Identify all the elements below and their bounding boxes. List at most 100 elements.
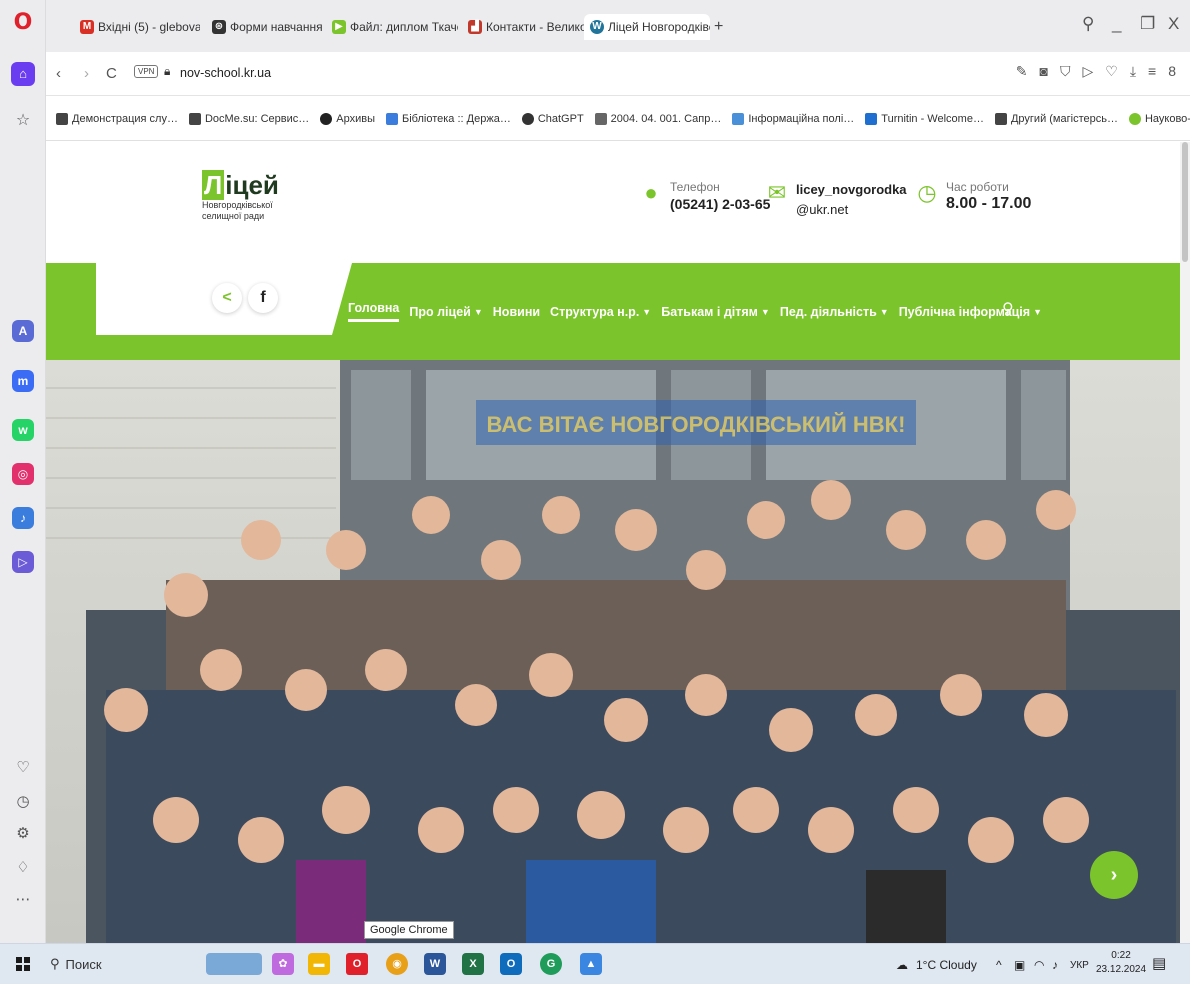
archive-icon	[320, 112, 333, 125]
logo-mark-icon: Л	[202, 170, 225, 200]
photos-icon[interactable]: ▲	[580, 953, 602, 975]
maximize-icon[interactable]: ❐	[1140, 14, 1155, 34]
menu-item-pedagogy[interactable]: Пед. діяльність ▼	[780, 301, 889, 322]
group-photo-image: ВАС ВІТАЄ НОВГОРОДКІВСЬКИЙ НВК!	[46, 360, 1180, 943]
bookmark-item[interactable]: Науково-педагогіч…	[1128, 112, 1190, 125]
back-icon[interactable]: ‹	[56, 65, 61, 82]
player-icon[interactable]: ♪	[12, 507, 34, 529]
instagram-icon[interactable]: ◎	[12, 463, 34, 485]
forward-icon[interactable]: ›	[84, 65, 89, 82]
turnitin-icon	[865, 112, 878, 125]
download-icon[interactable]: ⤓	[1130, 63, 1136, 80]
bookmark-item[interactable]: DocMe.su: Сервис…	[188, 112, 309, 125]
file-explorer-icon[interactable]: ▬	[308, 953, 330, 975]
aria-icon[interactable]: A	[12, 320, 34, 342]
tab-gmail[interactable]: M Вхідні (5) - gleboval1980@	[74, 14, 200, 40]
edit-icon[interactable]: ✎	[1016, 63, 1028, 80]
weather-icon[interactable]: ☁	[896, 958, 908, 972]
windows-start-icon[interactable]	[16, 957, 30, 971]
profile-icon[interactable]: 8	[1168, 63, 1176, 80]
settings-icon[interactable]: ⚙	[12, 823, 34, 845]
email-line1[interactable]: licey_novgorodka	[796, 180, 907, 200]
search-icon[interactable]: ⚲	[1002, 299, 1014, 319]
excel-icon[interactable]: X	[462, 953, 484, 975]
bookmark-item[interactable]: ChatGPT	[521, 112, 584, 125]
app-icon[interactable]: G	[540, 953, 562, 975]
widgets-icon[interactable]	[206, 953, 262, 975]
bookmark-item[interactable]: Бібліотека :: Держа…	[386, 112, 511, 125]
clock[interactable]: 0:22 23.12.2024	[1096, 949, 1146, 977]
menu-item-parents[interactable]: Батькам і дітям ▼	[661, 301, 770, 322]
history-icon[interactable]: ◷	[12, 791, 34, 813]
copilot-icon[interactable]: ✿	[272, 953, 294, 975]
notifications-icon[interactable]: ▤	[1152, 954, 1166, 972]
search-tabs-icon[interactable]: ⚲	[1082, 14, 1094, 34]
close-icon[interactable]: X	[1168, 14, 1179, 34]
tips-icon[interactable]: ♢	[12, 857, 34, 879]
heart-icon[interactable]: ♡	[1105, 63, 1118, 80]
more-icon[interactable]: ⋯	[12, 889, 34, 911]
folder-icon	[56, 112, 68, 125]
bookmark-item[interactable]: Інформаційна полі…	[732, 112, 854, 125]
facebook-icon[interactable]: f	[248, 283, 278, 313]
chrome-taskbar-icon[interactable]: ◉	[386, 953, 408, 975]
bookmarks-bar: Демонстрация слу… DocMe.su: Сервис… Архи…	[46, 97, 1190, 141]
tab-contacts[interactable]: ▟ Контакти - Великосевери	[462, 14, 586, 40]
bookmark-item[interactable]: Turnitin - Welcome…	[865, 112, 984, 125]
video-icon[interactable]: ▷	[12, 551, 34, 573]
wordpress-icon: W	[590, 20, 604, 34]
openai-icon: ⊛	[212, 20, 226, 34]
camera-icon[interactable]: ◙	[1040, 63, 1048, 80]
volume-icon[interactable]: ♪	[1052, 958, 1058, 972]
opera-logo-icon[interactable]: O	[10, 10, 36, 36]
vpn-badge[interactable]: VPN	[134, 65, 159, 78]
send-icon[interactable]: ▷	[1082, 63, 1093, 80]
reload-icon[interactable]: C	[106, 65, 117, 82]
url-field[interactable]: nov-school.kr.ua	[180, 66, 271, 80]
word-icon[interactable]: W	[424, 953, 446, 975]
tab-bar: M Вхідні (5) - gleboval1980@ ⊛ Форми нав…	[46, 0, 1190, 52]
tab-forms[interactable]: ⊛ Форми навчання	[206, 14, 324, 40]
tray-app-icon[interactable]: ▣	[1014, 958, 1025, 972]
site-logo[interactable]: Ліцей Новгородківської селищної ради	[202, 170, 312, 222]
menu-item-public-info[interactable]: Публічна інформація ▼	[899, 301, 1042, 322]
search-icon: ⚲	[50, 956, 60, 971]
share-icon[interactable]: <	[212, 283, 242, 313]
menu-icon[interactable]: ≡	[1148, 63, 1156, 80]
heart-icon[interactable]: ♡	[12, 757, 34, 779]
new-tab-button[interactable]: +	[714, 18, 723, 36]
bookmark-item[interactable]: 2004. 04. 001. Сапр…	[594, 112, 721, 125]
bookmark-item[interactable]: Другий (магістерсь…	[994, 112, 1118, 125]
tab-file[interactable]: ▶ Файл: диплом Ткаченко	[326, 14, 458, 40]
slider-next-button[interactable]: ›	[1090, 851, 1138, 899]
outlook-icon[interactable]: O	[500, 953, 522, 975]
whatsapp-icon[interactable]: w	[12, 419, 34, 441]
page-scrollbar[interactable]	[1180, 142, 1190, 943]
messenger-icon[interactable]: m	[12, 370, 34, 392]
menu-item-about[interactable]: Про ліцей ▼	[409, 301, 482, 322]
menu-item-news[interactable]: Новини	[493, 301, 540, 322]
tab-label: Файл: диплом Ткаченко	[350, 20, 458, 34]
menu-item-home[interactable]: Головна	[348, 301, 400, 322]
home-icon[interactable]: ⌂	[11, 62, 35, 86]
logo-subtitle: Новгородківської селищної ради	[202, 200, 273, 221]
bookmark-item[interactable]: Архивы	[320, 112, 375, 125]
scrollbar-thumb[interactable]	[1182, 142, 1188, 262]
language-indicator[interactable]: УКР	[1070, 960, 1089, 971]
opera-taskbar-icon[interactable]: O	[346, 953, 368, 975]
bookmark-item[interactable]: Демонстрация слу…	[56, 112, 178, 125]
menu-item-structure[interactable]: Структура н.р. ▼	[550, 301, 651, 322]
main-navigation: < f Головна Про ліцей ▼ Новини Структура …	[46, 263, 1180, 360]
taskbar-search[interactable]: ⚲ Поиск	[50, 956, 102, 972]
star-icon[interactable]: ☆	[13, 111, 33, 131]
email-line2[interactable]: @ukr.net	[796, 200, 907, 220]
lock-icon[interactable]: 🔒︎	[164, 64, 170, 79]
minimize-icon[interactable]: _	[1112, 14, 1121, 34]
network-icon[interactable]: ◠	[1034, 958, 1044, 972]
chevron-up-icon[interactable]: ^	[996, 958, 1002, 972]
weather-label[interactable]: 1°C Cloudy	[916, 958, 977, 972]
library-icon	[386, 112, 399, 125]
shield-icon[interactable]: ⛉	[1060, 63, 1071, 80]
tab-lyceum[interactable]: W Ліцей Новгородківської	[584, 14, 710, 40]
phone-value[interactable]: (05241) 2-03-65	[670, 194, 770, 214]
